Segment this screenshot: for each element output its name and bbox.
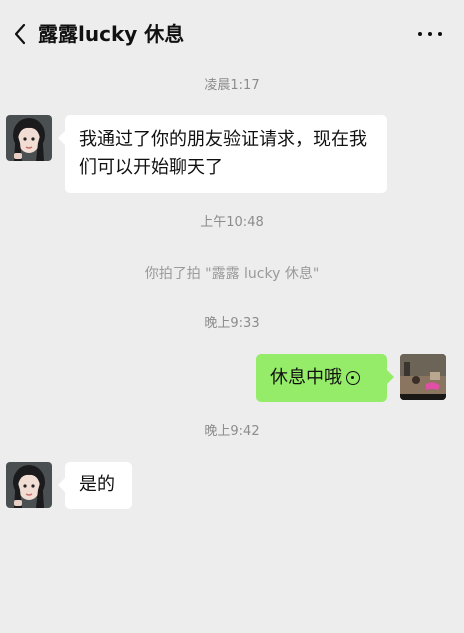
self-avatar[interactable]: [400, 354, 446, 400]
message-text: 我通过了你的朋友验证请求，现在我们可以开始聊天了: [79, 129, 367, 178]
chat-title: 露露lucky 休息: [38, 22, 185, 46]
timestamp: 晚上9:42: [204, 424, 260, 439]
timestamp: 凌晨1:17: [204, 78, 260, 93]
chevron-left-icon: [14, 23, 26, 45]
contact-avatar[interactable]: [6, 115, 52, 161]
more-options-button[interactable]: [418, 26, 442, 42]
message-bubble-incoming[interactable]: 是的: [58, 462, 132, 509]
message-text: 休息中哦: [270, 367, 342, 388]
message-bubble-outgoing[interactable]: 休息中哦: [256, 354, 394, 402]
avatar-photo: [6, 462, 52, 508]
avatar-photo: [400, 354, 446, 400]
avatar-photo: [6, 115, 52, 161]
message-bubble-incoming[interactable]: 我通过了你的朋友验证请求，现在我们可以开始聊天了: [58, 115, 387, 193]
chat-header: 露露lucky 休息: [0, 0, 464, 68]
pat-notification: 你拍了拍 "露露 lucky 休息": [144, 266, 320, 282]
more-dots-icon: [418, 32, 422, 36]
target-icon: [346, 371, 360, 385]
message-text: 是的: [79, 474, 115, 495]
contact-avatar[interactable]: [6, 462, 52, 508]
timestamp: 晚上9:33: [204, 316, 260, 331]
back-button[interactable]: [8, 20, 32, 48]
timestamp: 上午10:48: [200, 215, 264, 230]
